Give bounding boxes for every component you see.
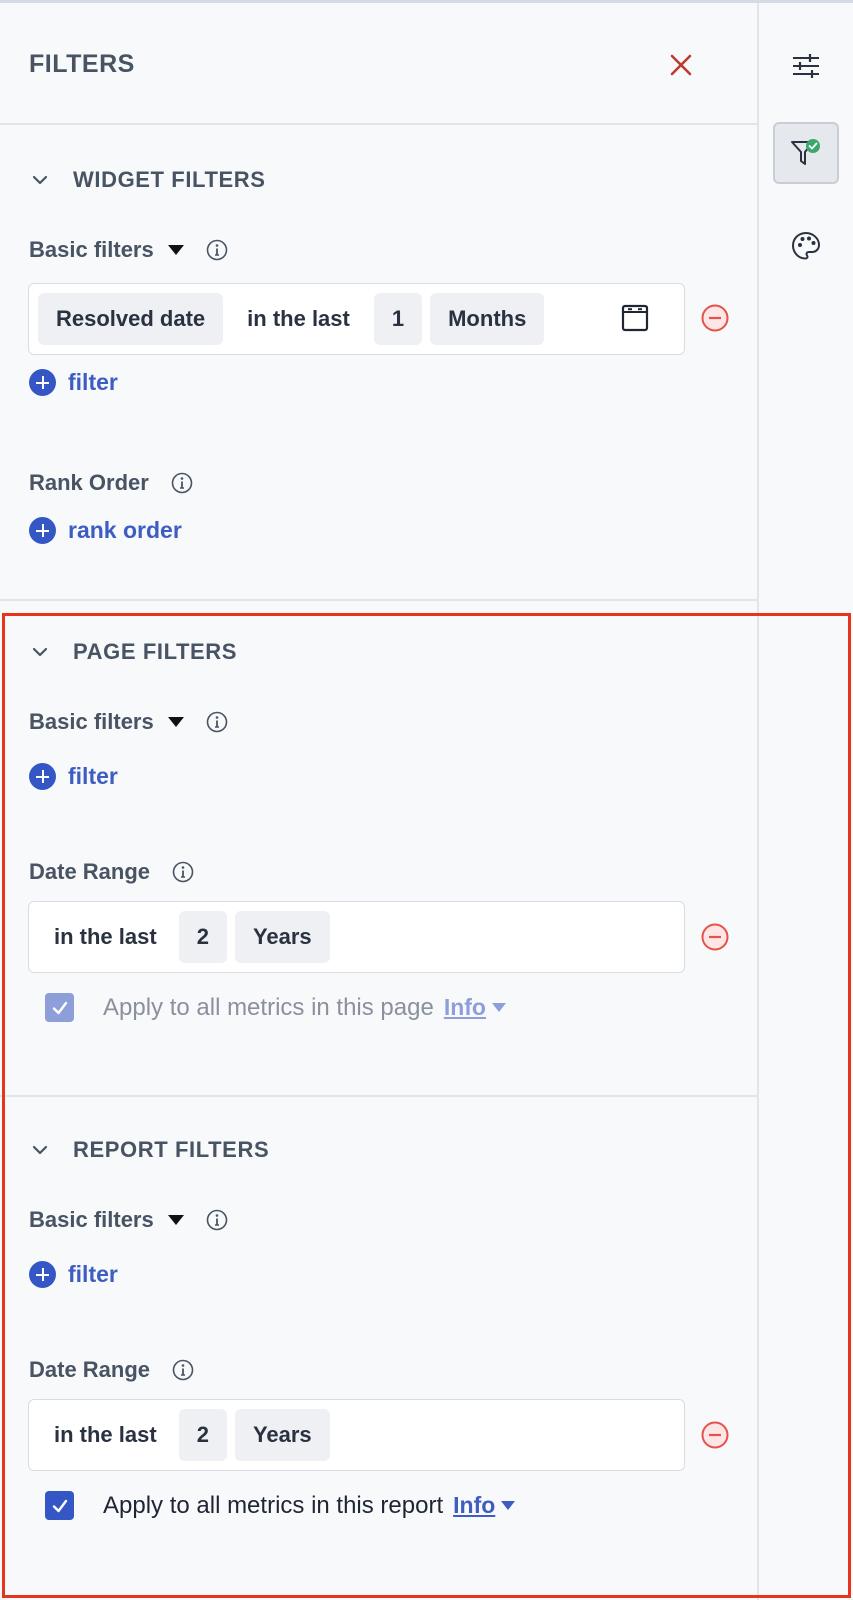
date-unit-chip[interactable]: Years bbox=[234, 1409, 330, 1461]
filter-value-chip[interactable]: 1 bbox=[373, 293, 423, 345]
panel-header: FILTERS bbox=[0, 3, 758, 125]
page-basic-filters-row: Basic filters bbox=[29, 709, 228, 735]
caret-down-icon[interactable] bbox=[167, 717, 184, 727]
basic-filters-label: Basic filters bbox=[29, 709, 154, 734]
add-widget-filter-button[interactable]: filter bbox=[29, 369, 118, 396]
add-report-filter-button[interactable]: filter bbox=[29, 1261, 118, 1288]
report-apply-all-row: Apply to all metrics in this report Info bbox=[45, 1491, 516, 1520]
plus-circle-icon bbox=[29, 369, 56, 396]
close-icon bbox=[670, 54, 692, 76]
sliders-icon bbox=[793, 54, 819, 78]
info-icon[interactable] bbox=[172, 861, 194, 883]
add-filter-label: filter bbox=[68, 1261, 118, 1287]
date-range-label: Date Range bbox=[29, 1357, 151, 1382]
basic-filters-label: Basic filters bbox=[29, 237, 154, 262]
remove-filter-button[interactable] bbox=[701, 304, 729, 332]
info-link-label: Info bbox=[443, 994, 486, 1020]
page-apply-all-row: Apply to all metrics in this page Info bbox=[45, 993, 506, 1022]
page-date-range-filter: in the last 2 Years bbox=[28, 901, 685, 973]
basic-filters-label: Basic filters bbox=[29, 1207, 154, 1232]
widget-filters-toggle[interactable]: WIDGET FILTERS bbox=[29, 167, 266, 193]
chevron-down-icon bbox=[32, 647, 48, 657]
remove-circle-icon bbox=[701, 304, 729, 332]
add-rank-order-button[interactable]: rank order bbox=[29, 517, 182, 544]
widget-filters-section: WIDGET FILTERS Basic filters Resolved da… bbox=[0, 125, 758, 601]
date-value-chip[interactable]: 2 bbox=[178, 1409, 227, 1461]
filters-panel: FILTERS WIDGET FILTERS Basic filters Res… bbox=[0, 3, 758, 1600]
right-rail bbox=[757, 3, 853, 1600]
date-range-label: Date Range bbox=[29, 859, 151, 884]
calendar-icon bbox=[621, 304, 649, 332]
page-filters-section: PAGE FILTERS Basic filters filter Date R… bbox=[0, 601, 758, 1097]
checkmark-icon bbox=[52, 1001, 67, 1014]
add-rank-order-label: rank order bbox=[68, 517, 182, 543]
add-filter-label: filter bbox=[68, 763, 118, 789]
report-basic-filters-row: Basic filters bbox=[29, 1207, 228, 1233]
caret-down-icon[interactable] bbox=[167, 245, 184, 255]
remove-circle-icon bbox=[701, 1421, 729, 1449]
rank-order-row: Rank Order bbox=[29, 470, 193, 496]
info-icon[interactable] bbox=[171, 472, 193, 494]
page-filters-title: PAGE FILTERS bbox=[73, 639, 238, 664]
info-icon[interactable] bbox=[206, 711, 228, 733]
plus-circle-icon bbox=[29, 517, 56, 544]
plus-circle-icon bbox=[29, 763, 56, 790]
plus-circle-icon bbox=[29, 1261, 56, 1288]
caret-down-icon bbox=[491, 1003, 506, 1012]
report-date-range-filter: in the last 2 Years bbox=[28, 1399, 685, 1471]
info-dropdown-link[interactable]: Info bbox=[444, 994, 506, 1021]
chevron-down-icon bbox=[32, 175, 48, 185]
calendar-button[interactable] bbox=[621, 304, 649, 332]
info-icon[interactable] bbox=[206, 239, 228, 261]
apply-all-label: Apply to all metrics in this page bbox=[103, 993, 434, 1021]
date-operator[interactable]: in the last bbox=[40, 924, 171, 950]
caret-down-icon[interactable] bbox=[167, 1215, 184, 1225]
report-filters-title: REPORT FILTERS bbox=[73, 1137, 270, 1162]
date-operator[interactable]: in the last bbox=[40, 1422, 171, 1448]
caret-down-icon bbox=[501, 1501, 516, 1510]
widget-basic-filters-row: Basic filters bbox=[29, 237, 228, 263]
remove-date-range-button[interactable] bbox=[701, 1421, 729, 1449]
info-icon[interactable] bbox=[206, 1209, 228, 1231]
widget-filter-row: Resolved date in the last 1 Months bbox=[28, 283, 685, 355]
close-button[interactable] bbox=[668, 52, 694, 78]
apply-all-checkbox[interactable] bbox=[45, 1491, 74, 1520]
apply-all-label: Apply to all metrics in this report bbox=[103, 1491, 444, 1519]
page-date-range-row: Date Range bbox=[29, 859, 194, 885]
report-filters-toggle[interactable]: REPORT FILTERS bbox=[29, 1137, 269, 1163]
info-link-label: Info bbox=[453, 1492, 496, 1518]
palette-icon bbox=[791, 231, 821, 260]
rail-filters-button[interactable] bbox=[773, 122, 839, 184]
rail-settings-button[interactable] bbox=[773, 35, 839, 97]
filter-field-chip[interactable]: Resolved date bbox=[38, 293, 224, 345]
filter-check-icon bbox=[791, 139, 820, 165]
apply-all-checkbox[interactable] bbox=[45, 993, 74, 1022]
info-dropdown-link[interactable]: Info bbox=[453, 1492, 516, 1519]
rank-order-label: Rank Order bbox=[29, 470, 149, 495]
panel-title: FILTERS bbox=[29, 50, 135, 78]
report-filters-section: REPORT FILTERS Basic filters filter Date… bbox=[0, 1097, 758, 1597]
add-filter-label: filter bbox=[68, 369, 118, 395]
info-icon[interactable] bbox=[172, 1359, 194, 1381]
page-filters-toggle[interactable]: PAGE FILTERS bbox=[29, 639, 237, 665]
date-unit-chip[interactable]: Years bbox=[234, 911, 330, 963]
date-value-chip[interactable]: 2 bbox=[178, 911, 227, 963]
filter-unit-chip[interactable]: Months bbox=[430, 293, 545, 345]
report-date-range-row: Date Range bbox=[29, 1357, 194, 1383]
checkmark-icon bbox=[52, 1499, 67, 1512]
remove-date-range-button[interactable] bbox=[701, 923, 729, 951]
widget-filters-title: WIDGET FILTERS bbox=[73, 167, 266, 192]
add-page-filter-button[interactable]: filter bbox=[29, 763, 118, 790]
filter-operator[interactable]: in the last bbox=[231, 306, 366, 332]
rail-theme-button[interactable] bbox=[773, 215, 839, 277]
chevron-down-icon bbox=[32, 1145, 48, 1155]
remove-circle-icon bbox=[701, 923, 729, 951]
